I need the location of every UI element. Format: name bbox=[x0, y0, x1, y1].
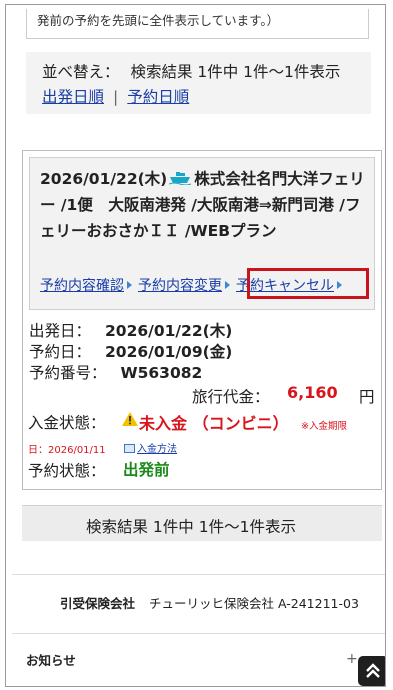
price-label: 旅行代金： bbox=[192, 388, 270, 406]
expand-icon[interactable]: + bbox=[346, 651, 358, 667]
reservation-number-value: W563082 bbox=[120, 364, 203, 382]
change-reservation-link[interactable]: 予約内容変更 bbox=[138, 278, 222, 294]
price-value: 6,160 bbox=[287, 383, 338, 402]
sort-panel: 並べ替え： 検索結果 1件中 1件〜1件表示 出発日順 | 予約日順 bbox=[26, 52, 371, 114]
divider bbox=[12, 633, 385, 634]
news-section-toggle[interactable]: お知らせ bbox=[26, 650, 76, 669]
confirm-reservation-link[interactable]: 予約内容確認 bbox=[40, 278, 124, 294]
reservation-date: 2026/01/22(木) bbox=[40, 170, 168, 188]
payment-deadline-note: ※入金期限 bbox=[301, 421, 347, 432]
reservation-header: 2026/01/22(木) 株式会社名門大洋フェリー /1便 大阪南港発 /大阪南… bbox=[29, 157, 375, 310]
payment-status-value: 未入金 （コンビニ） bbox=[139, 414, 289, 433]
departure-label: 出発日： bbox=[29, 322, 92, 340]
insurer-info: 引受保険会社 チューリッヒ保険会社 A-241211-03 bbox=[60, 593, 359, 612]
sort-by-departure-link[interactable]: 出発日順 bbox=[42, 88, 104, 106]
chevron-right-icon bbox=[225, 281, 230, 289]
payment-method-label: 入金方法 bbox=[137, 444, 177, 455]
sort-links: 出発日順 | 予約日順 bbox=[42, 85, 189, 107]
reservation-number-label: 予約番号： bbox=[29, 364, 107, 382]
price-unit: 円 bbox=[359, 388, 375, 406]
chevron-right-icon bbox=[127, 281, 132, 289]
scroll-to-top-button[interactable] bbox=[358, 656, 385, 686]
credit-card-icon bbox=[124, 444, 135, 453]
sort-label: 並べ替え： bbox=[42, 63, 120, 81]
departure-row: 出発日： 2026/01/22(木) bbox=[29, 319, 232, 341]
result-summary-top: 検索結果 1件中 1件〜1件表示 bbox=[130, 63, 341, 81]
page-frame: 発前の予約を先頭に全件表示しています。） 並べ替え： 検索結果 1件中 1件〜1… bbox=[5, 4, 386, 687]
payment-method-link[interactable]: 入金方法 bbox=[124, 440, 177, 455]
result-summary-bottom: 検索結果 1件中 1件〜1件表示 bbox=[86, 518, 296, 536]
ship-icon bbox=[169, 172, 192, 185]
booking-date-label: 予約日： bbox=[29, 343, 92, 361]
reservation-title: 2026/01/22(木) 株式会社名門大洋フェリー /1便 大阪南港発 /大阪南… bbox=[40, 166, 370, 244]
double-chevron-up-icon bbox=[366, 663, 380, 678]
reservation-status-label: 予約状態： bbox=[28, 462, 106, 480]
sort-header: 並べ替え： 検索結果 1件中 1件〜1件表示 bbox=[42, 60, 340, 82]
result-summary-bar: 検索結果 1件中 1件〜1件表示 bbox=[22, 505, 382, 541]
payment-status-label: 入金状態： bbox=[28, 414, 106, 432]
booking-date-row: 予約日： 2026/01/09(金) bbox=[29, 340, 232, 362]
reservation-status-value: 出発前 bbox=[123, 461, 170, 479]
departure-value: 2026/01/22(木) bbox=[105, 322, 233, 340]
sort-by-booking-date-link[interactable]: 予約日順 bbox=[127, 88, 189, 106]
insurer-label: 引受保険会社 bbox=[60, 596, 136, 611]
divider bbox=[12, 574, 385, 575]
reservation-card: 2026/01/22(木) 株式会社名門大洋フェリー /1便 大阪南港発 /大阪南… bbox=[22, 150, 382, 490]
list-notice: 発前の予約を先頭に全件表示しています。） bbox=[26, 9, 369, 39]
booking-date-value: 2026/01/09(金) bbox=[105, 343, 233, 361]
reservation-number-row: 予約番号： W563082 bbox=[29, 361, 202, 383]
cancel-highlight-box bbox=[247, 268, 369, 299]
warning-icon bbox=[122, 412, 138, 426]
payment-due-date: 日：2026/01/11 bbox=[28, 445, 106, 456]
sort-separator: | bbox=[113, 88, 119, 106]
insurer-value: チューリッヒ保険会社 A-241211-03 bbox=[149, 596, 359, 611]
